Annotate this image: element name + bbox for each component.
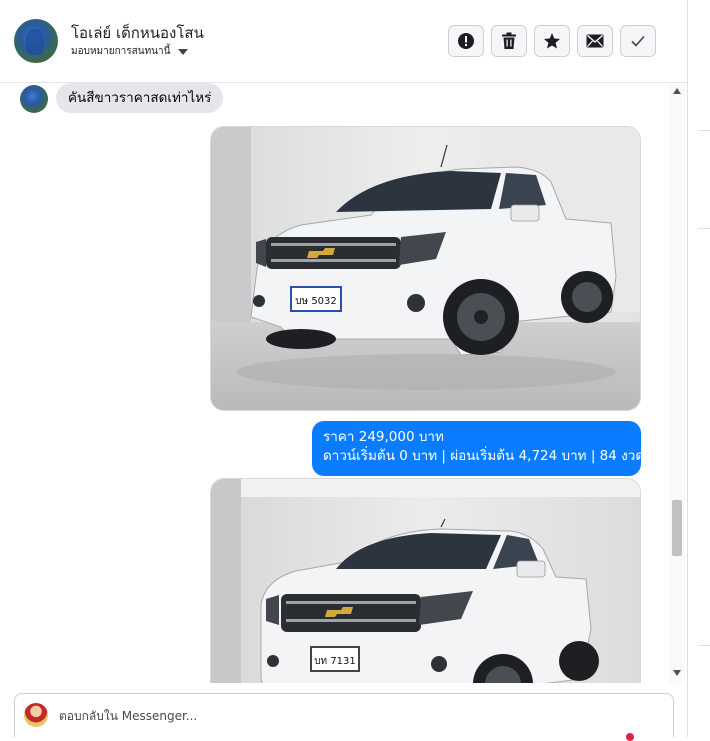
composer <box>0 683 687 741</box>
divider <box>698 228 710 229</box>
contact-name[interactable]: โอเล่ย์ เด็กหนองโสน <box>71 21 204 45</box>
spam-button[interactable] <box>448 25 484 57</box>
page-avatar <box>24 703 48 727</box>
envelope-icon <box>586 34 604 48</box>
outgoing-message: ราคา 249,000 บาท ดาวน์เริ่มต้น 0 บาท | ผ… <box>312 421 645 476</box>
incoming-message: คันสีขาวราคาสดเท่าไหร่ <box>56 83 224 113</box>
conversation-header: โอเล่ย์ เด็กหนองโสน มอบหมายการสนทนานี้ <box>0 0 687 83</box>
message-list[interactable]: คันสีขาวราคาสดเท่าไหร่ บษ 5032 ราคา 249,… <box>0 83 687 683</box>
assign-conversation-label: มอบหมายการสนทนานี้ <box>71 46 171 57</box>
notification-dot <box>626 733 634 741</box>
alert-icon <box>458 33 474 49</box>
scroll-down-arrow-icon[interactable] <box>673 670 681 676</box>
sender-avatar <box>20 85 48 113</box>
caret-down-icon <box>178 48 189 55</box>
outgoing-price-line: ราคา 249,000 บาท <box>323 429 444 445</box>
contact-avatar[interactable] <box>14 19 58 63</box>
scroll-thumb[interactable] <box>672 500 682 556</box>
star-icon <box>544 33 560 49</box>
car-photo-1[interactable]: บษ 5032 <box>210 126 641 411</box>
conversation-panel: โอเล่ย์ เด็กหนองโสน มอบหมายการสนทนานี้ ค… <box>0 0 688 741</box>
check-icon <box>631 35 645 47</box>
car-2-plate: บท 7131 <box>314 656 356 667</box>
mark-unread-button[interactable] <box>577 25 613 57</box>
delete-button[interactable] <box>491 25 527 57</box>
scroll-up-arrow-icon[interactable] <box>673 88 681 94</box>
car-1-plate: บษ 5032 <box>295 296 337 307</box>
outgoing-terms-line: ดาวน์เริ่มต้น 0 บาท | ผ่อนเริ่มต้น 4,724… <box>323 448 645 464</box>
divider <box>698 645 710 646</box>
message-list-scrollbar[interactable] <box>669 83 685 683</box>
adjacent-panel-edge <box>688 0 710 737</box>
follow-up-button[interactable] <box>534 25 570 57</box>
reply-input[interactable] <box>59 706 619 726</box>
car-photo-2[interactable]: บท 7131 <box>210 478 641 683</box>
mark-done-button[interactable] <box>620 25 656 57</box>
divider <box>698 130 710 131</box>
reply-box[interactable] <box>14 693 674 737</box>
trash-icon <box>502 32 516 49</box>
assign-conversation-dropdown[interactable]: มอบหมายการสนทนานี้ <box>71 44 189 59</box>
